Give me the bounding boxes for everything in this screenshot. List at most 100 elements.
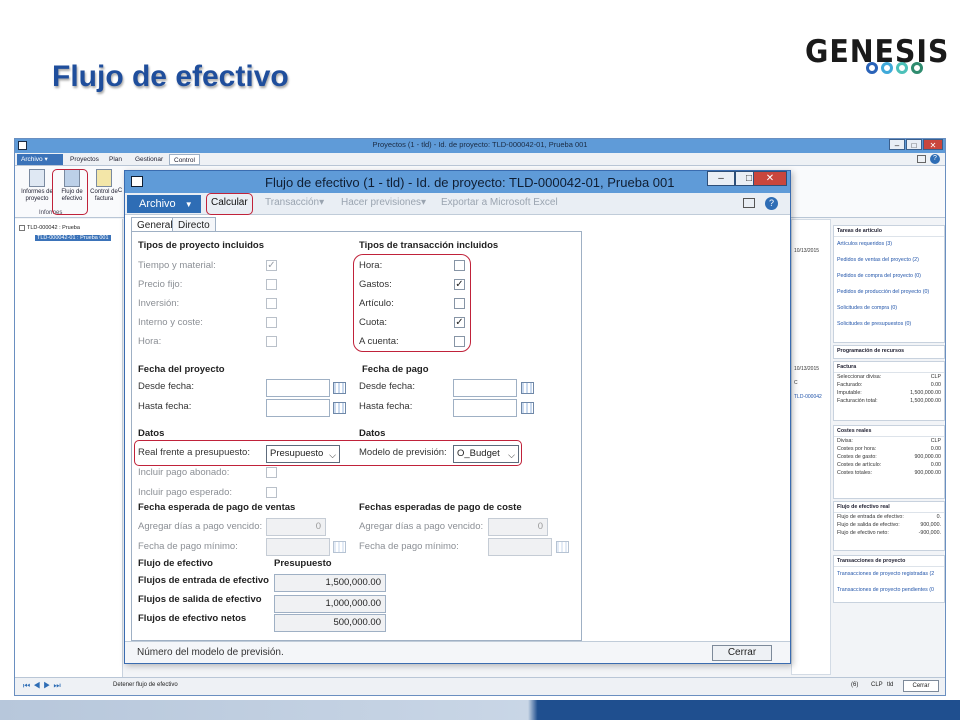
dialog-minimize-button[interactable]: – (707, 171, 735, 186)
grid-column-strip: 10/13/2015 10/13/2015 C TLD-000042 (791, 219, 831, 675)
coste-dias-input[interactable]: 0 (488, 518, 548, 536)
tab-control[interactable]: Control (169, 154, 200, 165)
flujo-row-label: Flujos de efectivo netos (138, 613, 247, 624)
calendar-icon[interactable] (521, 402, 534, 414)
tipo-proyecto-label: Inversión: (138, 298, 180, 309)
layout-icon[interactable] (743, 198, 755, 208)
flujo-real-row: Flujo de salida de efectivo: 900,000. (834, 521, 944, 529)
factbox-flujo-real: Flujo de efectivo real Flujo de entrada … (833, 501, 945, 551)
tree-item-root[interactable]: TLD-000042 : Prueba (27, 225, 80, 231)
tipo-proyecto-checkbox[interactable] (266, 317, 277, 328)
notification-count[interactable]: (6) (851, 682, 858, 688)
factura-row-value: 0.00 (930, 382, 941, 388)
pago-desde-input[interactable] (453, 379, 517, 397)
tipo-proyecto-checkbox[interactable] (266, 336, 277, 347)
help-icon[interactable]: ? (765, 197, 778, 210)
calcular-highlight (206, 193, 253, 215)
close-button[interactable]: ✕ (923, 139, 943, 150)
transaccion-menu[interactable]: Transacción▾ (265, 197, 324, 208)
hacer-previsiones-label: Hacer previsiones (341, 197, 422, 208)
factbox-costes: Costes reales Divisa: CLP Costes por hora… (833, 425, 945, 499)
tree-expand-icon[interactable] (19, 225, 25, 231)
statusbar-cerrar-button[interactable]: Cerrar (903, 680, 939, 692)
layout-icon[interactable] (917, 155, 926, 163)
dialog-statusbar: Número del modelo de previsión. Cerrar (125, 641, 790, 663)
factbox-link[interactable]: Transacciones de proyecto pendientes (0 (834, 579, 944, 595)
maximize-button[interactable]: □ (906, 139, 922, 150)
cerrar-button[interactable]: Cerrar (712, 645, 772, 661)
projects-statusbar: ⏮◀▶⏭ Detener flujo de efectivo (6) CLP t… (15, 677, 945, 695)
dialog-close-button[interactable]: ✕ (753, 171, 787, 186)
statusbar-text: Detener flujo de efectivo (113, 682, 178, 688)
factura-row-label: Imputable: (837, 390, 862, 396)
factbox-link[interactable]: Transacciones de proyecto registradas (2 (834, 567, 944, 579)
pago-ventas-header: Fecha esperada de pago de ventas (138, 502, 296, 513)
control-factura-button[interactable]: Control de factura (87, 169, 121, 203)
costes-row-value: 0.00 (930, 462, 941, 468)
pago-desde-label: Desde fecha: (359, 381, 415, 392)
dialog-title: Flujo de efectivo (1 - tld) - Id. de pro… (265, 175, 675, 190)
control-factura-label: Control de factura (90, 189, 118, 202)
factbox-link[interactable]: Solicitudes de compra (0) (834, 297, 944, 313)
factbox-transacciones-title: Transacciones de proyecto (834, 556, 944, 567)
hasta-fecha-input[interactable] (266, 399, 330, 417)
tipo-proyecto-checkbox[interactable] (266, 279, 277, 290)
informes-proyecto-button[interactable]: Informes de proyecto (20, 169, 54, 203)
pago-coste-header: Fechas esperadas de pago de coste (359, 502, 522, 513)
calendar-icon[interactable] (333, 402, 346, 414)
costes-row-label: Costes de gasto: (837, 454, 877, 460)
tipo-proyecto-checkbox[interactable]: ✓ (266, 260, 277, 271)
tab-plan[interactable]: Plan (105, 154, 126, 165)
factbox-link[interactable]: Pedidos de compra del proyecto (0) (834, 265, 944, 281)
calendar-icon[interactable] (556, 541, 569, 553)
ventas-dias-input[interactable]: 0 (266, 518, 326, 536)
grid-project-link[interactable]: TLD-000042 (794, 394, 822, 400)
tab-gestionar[interactable]: Gestionar (131, 154, 167, 165)
flujo-row-label: Flujos de entrada de efectivo (138, 575, 269, 586)
help-icon[interactable]: ? (930, 154, 940, 164)
tipos-transaccion-header: Tipos de transacción incluidos (359, 240, 499, 251)
factura-row-label: Seleccionar divisa: (837, 374, 882, 380)
factura-row: Imputable: 1,500,000.00 (834, 389, 944, 397)
flujo-neto-value: 500,000.00 (274, 614, 386, 632)
tipo-proyecto-checkbox[interactable] (266, 298, 277, 309)
fecha-proyecto-header: Fecha del proyecto (138, 364, 225, 375)
hacer-previsiones-menu[interactable]: Hacer previsiones▾ (341, 197, 426, 208)
exportar-excel-button[interactable]: Exportar a Microsoft Excel (441, 197, 558, 208)
ventas-minimo-input[interactable] (266, 538, 330, 556)
record-nav-icons[interactable]: ⏮◀▶⏭ (23, 681, 64, 691)
minimize-button[interactable]: – (889, 139, 905, 150)
calendar-icon[interactable] (333, 382, 346, 394)
coste-minimo-label: Fecha de pago mínimo: (359, 541, 459, 552)
logo-ring-3 (896, 62, 908, 74)
tab-archivo[interactable]: Archivo ▾ (17, 154, 63, 165)
logo-ring-2 (881, 62, 893, 74)
factbox-link[interactable]: Pedidos de ventas del proyecto (2) (834, 249, 944, 265)
factbox-link[interactable]: Artículos requeridos (3) (834, 237, 944, 249)
grid-date-top: 10/13/2015 (794, 248, 820, 254)
incluir-abonado-checkbox[interactable] (266, 467, 277, 478)
projects-titlebar: Proyectos (1 - tld) - Id. de proyecto: T… (15, 139, 945, 153)
factbox-tareas-title: Tareas de artículo (834, 226, 944, 237)
tab-proyectos[interactable]: Proyectos (66, 154, 103, 165)
slide-footer-band (0, 700, 960, 720)
calendar-icon[interactable] (521, 382, 534, 394)
calendar-icon[interactable] (333, 541, 346, 553)
tree-item-selected[interactable]: TLD-000042-01 : Prueba 001 (35, 235, 111, 241)
presupuesto-col-header: Presupuesto (274, 558, 332, 569)
slide-title: Flujo de efectivo (52, 60, 289, 93)
desde-fecha-input[interactable] (266, 379, 330, 397)
factbox-link[interactable]: Pedidos de producción del proyecto (0) (834, 281, 944, 297)
incluir-esperado-checkbox[interactable] (266, 487, 277, 498)
archivo-menu[interactable]: Archivo ▼ (127, 195, 201, 213)
flujo-header: Flujo de efectivo (138, 558, 213, 569)
factbox-link[interactable]: Solicitudes de presupuestos (0) (834, 313, 944, 329)
flujo-efectivo-highlight (52, 169, 88, 215)
costes-row-value: 900,000.00 (914, 454, 941, 460)
factura-row-value: 1,500,000.00 (910, 398, 941, 404)
incluir-abonado-label: Incluir pago abonado: (138, 467, 230, 478)
pago-hasta-input[interactable] (453, 399, 517, 417)
costes-row: Costes de artículo: 0.00 (834, 461, 944, 469)
coste-minimo-input[interactable] (488, 538, 552, 556)
currency-indicator: CLP (871, 682, 883, 688)
